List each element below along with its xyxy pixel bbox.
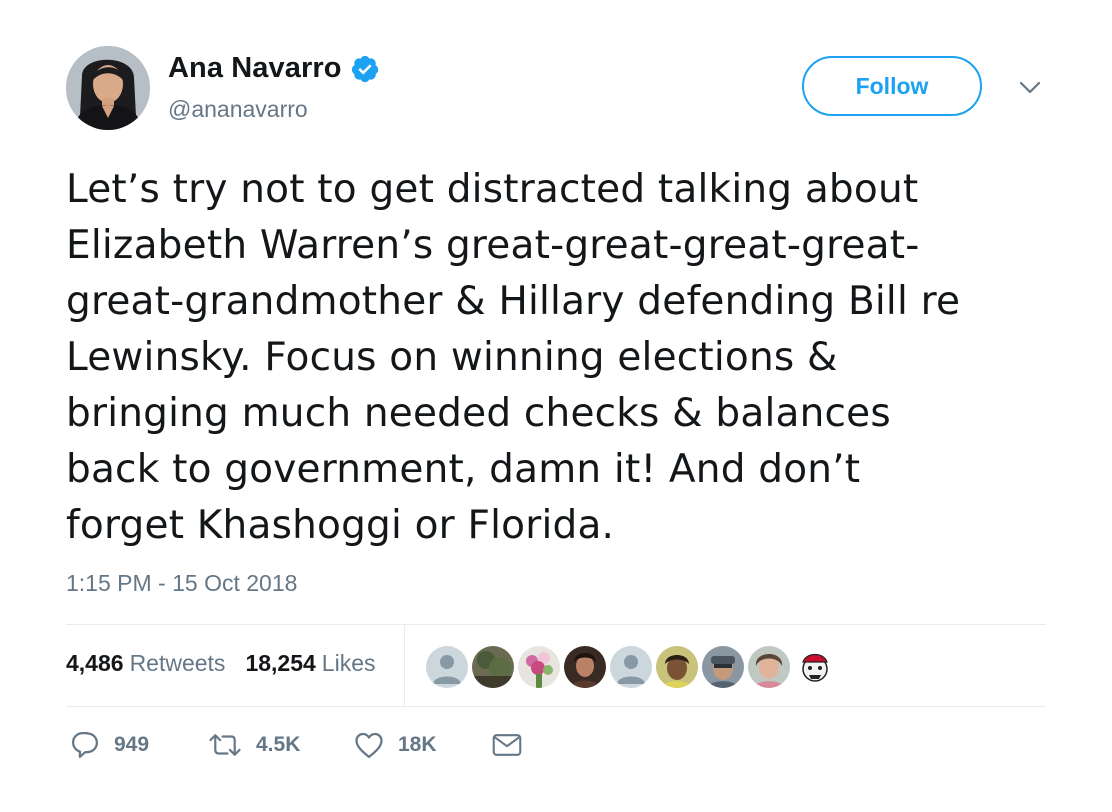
stats-divider	[404, 625, 405, 706]
divider	[66, 624, 1046, 625]
envelope-icon	[492, 733, 522, 757]
like-count: 18K	[398, 733, 437, 756]
liker-avatar[interactable]	[656, 646, 698, 688]
liker-avatar[interactable]	[702, 646, 744, 688]
likes-stat[interactable]: 18,254 Likes	[245, 650, 375, 677]
retweets-stat[interactable]: 4,486 Retweets	[66, 650, 225, 677]
tweet-card: Ana Navarro @ananavarro Follow Let’s try…	[0, 0, 1112, 812]
liker-avatar[interactable]	[610, 646, 652, 688]
user-handle[interactable]: @ananavarro	[168, 96, 308, 123]
liker-avatar[interactable]	[426, 646, 468, 688]
likes-label: Likes	[321, 650, 376, 676]
user-name-row[interactable]: Ana Navarro	[168, 52, 380, 85]
user-avatar[interactable]	[66, 46, 150, 130]
reply-icon	[70, 730, 100, 760]
user-name[interactable]: Ana Navarro	[168, 52, 342, 85]
retweet-icon	[208, 730, 242, 760]
retweet-count: 4.5K	[256, 733, 301, 756]
retweet-button[interactable]: 4.5K	[208, 730, 354, 760]
heart-icon	[354, 731, 384, 759]
tweet-timestamp[interactable]: 1:15 PM - 15 Oct 2018	[66, 570, 297, 597]
liker-avatar[interactable]	[564, 646, 606, 688]
chevron-down-icon[interactable]	[1019, 80, 1041, 94]
liker-avatar[interactable]	[748, 646, 790, 688]
verified-badge-icon	[350, 54, 380, 84]
direct-message-button[interactable]	[492, 733, 522, 757]
divider	[66, 706, 1046, 707]
likes-count: 18,254	[245, 650, 316, 676]
tweet-stats: 4,486 Retweets 18,254 Likes	[66, 650, 376, 677]
tweet-actions: 949 4.5K 18K	[70, 730, 522, 760]
liker-avatar[interactable]	[794, 646, 836, 688]
reply-button[interactable]: 949	[70, 730, 208, 760]
reply-count: 949	[114, 733, 150, 756]
liker-avatar[interactable]	[518, 646, 560, 688]
retweets-count: 4,486	[66, 650, 124, 676]
like-button[interactable]: 18K	[354, 731, 492, 759]
follow-button[interactable]: Follow	[802, 56, 982, 116]
liker-avatar[interactable]	[472, 646, 514, 688]
liker-avatars	[426, 646, 836, 688]
retweets-label: Retweets	[129, 650, 226, 676]
tweet-text: Let’s try not to get distracted talking …	[66, 167, 961, 548]
